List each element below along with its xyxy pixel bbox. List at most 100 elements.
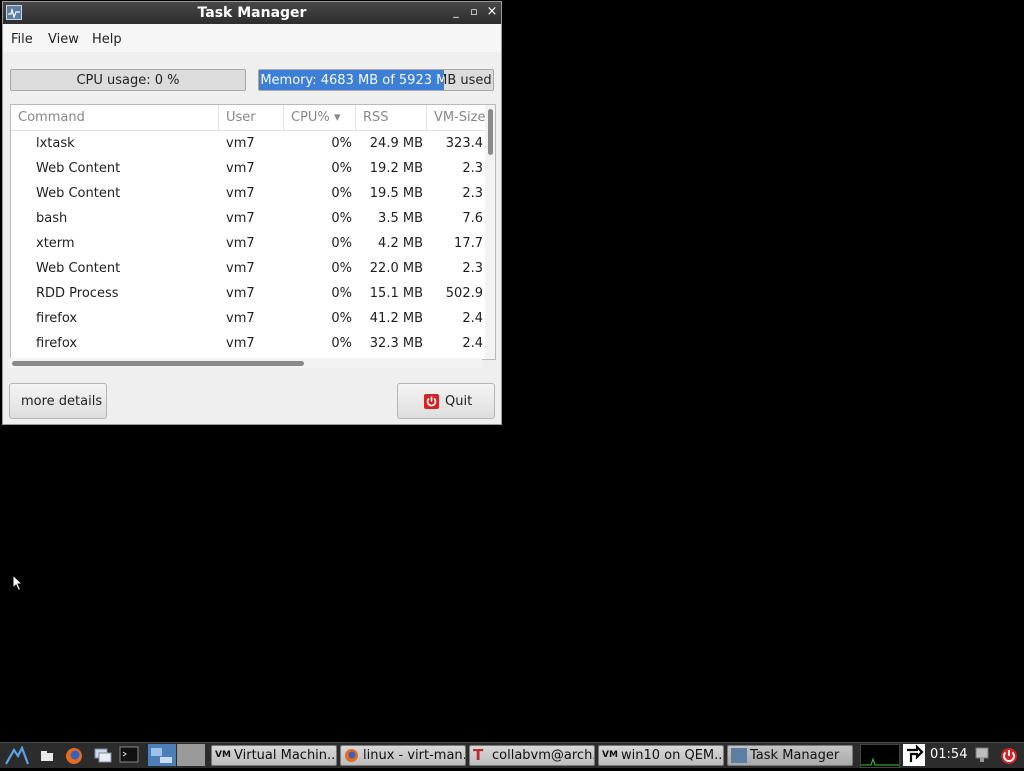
cell-user: vm7 [226,336,255,351]
task-manager-task-icon [731,748,747,763]
cell-rss: 15.1 MB [369,286,423,301]
table-header: Command User CPU% ▾ RSS VM-Size [11,105,485,131]
cell-user: vm7 [226,261,255,276]
cell-cpu: 0% [331,161,352,176]
table-row[interactable]: bash vm7 0% 3.5 MB 7.6 [11,206,485,231]
cpu-usage-label: CPU usage: 0 % [76,73,180,88]
cell-vm-size: 323.4 [445,136,483,151]
cell-cpu: 0% [331,286,352,301]
cell-rss: 32.3 MB [369,336,423,351]
cell-vm-size: 2.3 [462,186,483,201]
quit-button[interactable]: Quit [397,383,495,419]
table-row[interactable]: lxtask vm7 0% 24.9 MB 323.4 [11,131,485,156]
file-manager-icon[interactable] [38,746,58,764]
table-row[interactable]: Web Content vm7 0% 22.0 MB 2.3 [11,256,485,281]
cell-vm-size: 2.4 [462,336,483,351]
more-details-button[interactable]: more details [9,383,107,419]
cell-command: xterm [36,236,75,251]
workspace-2-icon[interactable] [177,744,205,766]
show-desktop-icon[interactable] [93,746,113,764]
task-win10-qemu[interactable]: VM win10 on QEM... [598,745,724,766]
task-collabvm-terminal[interactable]: T collabvm@arch... [469,745,595,766]
window-title: Task Manager [197,5,307,21]
table-row[interactable]: Web Content vm7 0% 19.2 MB 2.3 [11,156,485,181]
column-cpu[interactable]: CPU% ▾ [284,105,356,130]
virt-manager-icon: VM [215,750,231,760]
vm-console-icon: VM [602,750,618,760]
cell-rss: 19.5 MB [369,186,423,201]
cell-rss: 3.5 MB [378,211,423,226]
sort-descending-icon: ▾ [333,110,341,125]
cell-user: vm7 [226,311,255,326]
cell-user: vm7 [226,136,255,151]
cell-command: Web Content [36,186,121,201]
cell-vm-size: 17.7 [454,236,483,251]
xterm-icon: T [473,746,484,764]
cell-user: vm7 [226,286,255,301]
cell-cpu: 0% [331,261,352,276]
menu-bar: File View Help [3,24,501,52]
cell-vm-size: 2.4 [462,311,483,326]
cell-command: bash [36,211,68,226]
cell-vm-size: 2.3 [462,161,483,176]
table-row[interactable]: firefox vm7 0% 41.2 MB 2.4 [11,306,485,331]
table-row[interactable]: RDD Process vm7 0% 15.1 MB 502.9 [11,281,485,306]
start-menu-icon[interactable] [4,745,30,765]
cell-command: RDD Process [36,286,119,301]
cell-user: vm7 [226,211,255,226]
cell-command: Web Content [36,161,121,176]
cell-rss: 19.2 MB [369,161,423,176]
quit-icon [424,394,439,409]
table-row[interactable]: Web Content vm7 0% 19.5 MB 2.3 [11,181,485,206]
title-bar[interactable]: Task Manager _ ▫ × [3,2,501,24]
menu-help[interactable]: Help [92,32,122,47]
vertical-scroll-thumb[interactable] [488,109,493,155]
cell-cpu: 0% [331,336,352,351]
firefox-task-icon [344,748,360,763]
cpu-usage-bar: CPU usage: 0 % [10,69,246,91]
close-button[interactable]: × [484,4,500,20]
column-vm-size[interactable]: VM-Size [427,105,485,130]
cell-cpu: 0% [331,211,352,226]
cell-user: vm7 [226,161,255,176]
table-row[interactable]: firefox vm7 0% 32.3 MB 2.4 [11,331,485,356]
cell-vm-size: 2.3 [462,261,483,276]
memory-usage-label: Memory: 4683 MB of 5923 MB used [260,73,492,88]
cell-rss: 22.0 MB [369,261,423,276]
cpu-monitor-icon [860,744,900,768]
taskbar: VM Virtual Machin... linux - virt-man...… [0,742,1024,768]
cell-cpu: 0% [331,186,352,201]
power-icon[interactable] [999,746,1019,764]
logout-icon[interactable] [903,744,925,766]
cell-command: firefox [36,336,78,351]
horizontal-scroll-thumb[interactable] [12,361,304,366]
maximize-button[interactable]: ▫ [466,4,482,20]
menu-view[interactable]: View [48,32,79,47]
cell-command: firefox [36,311,78,326]
task-task-manager[interactable]: Task Manager [727,745,853,766]
table-row[interactable]: xterm vm7 0% 4.2 MB 17.7 [11,231,485,256]
terminal-icon[interactable] [119,746,139,764]
cell-cpu: 0% [331,136,352,151]
column-rss[interactable]: RSS [356,105,427,130]
cell-cpu: 0% [331,311,352,326]
cell-rss: 4.2 MB [378,236,423,251]
cell-cpu: 0% [331,236,352,251]
vertical-scrollbar[interactable] [485,105,495,359]
minimize-button[interactable]: _ [448,4,464,20]
menu-file[interactable]: File [11,32,33,47]
cell-vm-size: 502.9 [445,286,483,301]
clock[interactable]: 01:54 [930,747,967,762]
column-user[interactable]: User [219,105,284,130]
cell-command: Web Content [36,261,121,276]
mouse-cursor-icon [12,573,24,596]
cell-user: vm7 [226,236,255,251]
firefox-icon[interactable] [64,746,84,764]
horizontal-scrollbar[interactable] [8,358,482,368]
network-icon[interactable] [972,746,992,764]
cell-user: vm7 [226,186,255,201]
task-linux-virt-manager[interactable]: linux - virt-man... [340,745,466,766]
task-virtual-machine-manager[interactable]: VM Virtual Machin... [211,745,337,766]
column-command[interactable]: Command [11,105,219,130]
workspace-1-icon[interactable] [148,744,176,766]
